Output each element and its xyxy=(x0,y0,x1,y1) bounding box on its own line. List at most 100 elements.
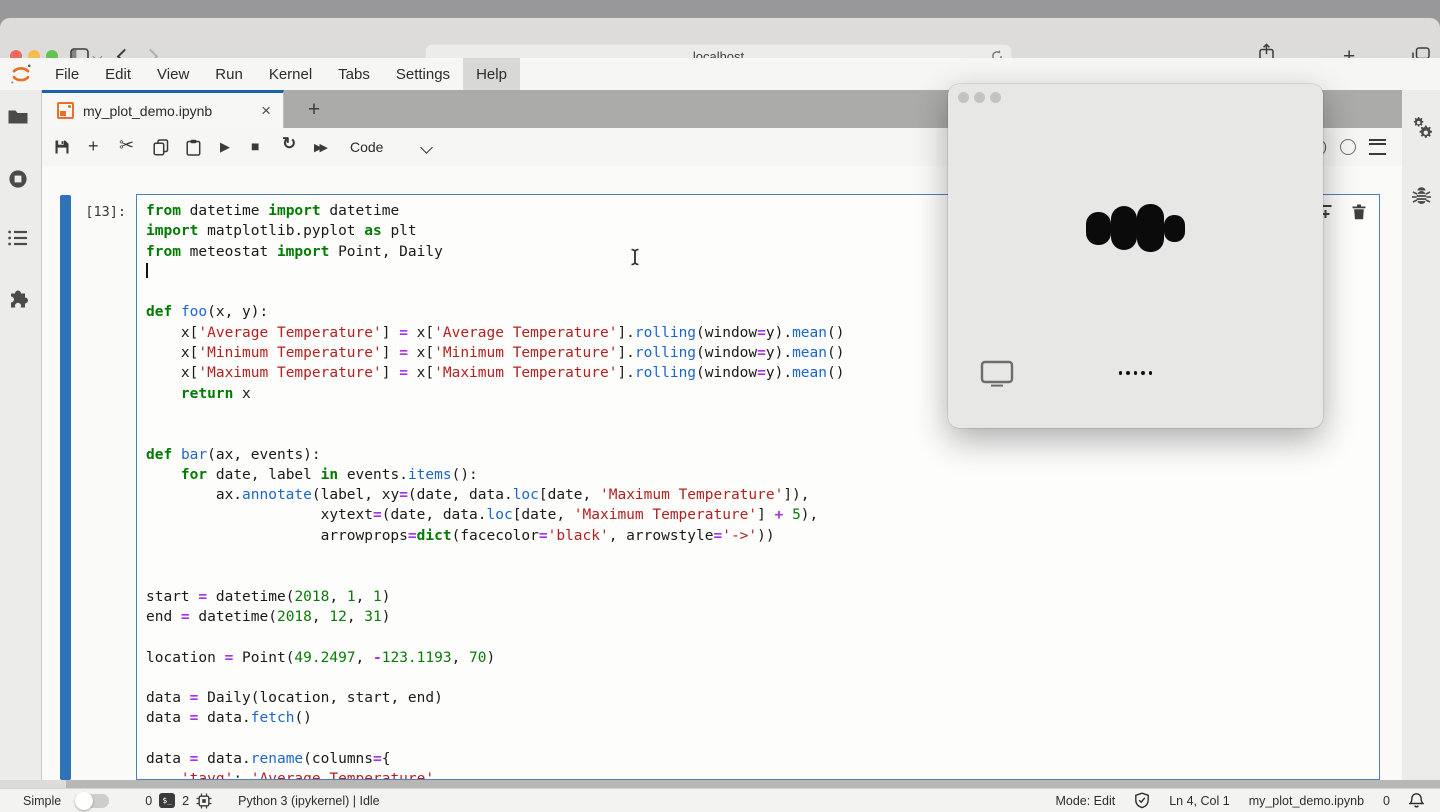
menu-settings[interactable]: Settings xyxy=(383,58,463,90)
save-icon[interactable] xyxy=(54,139,70,155)
code-line[interactable]: data = data.fetch() xyxy=(146,708,1379,728)
code-token: (window xyxy=(696,325,757,341)
code-token: ]. xyxy=(617,365,634,381)
restart-kernel-icon[interactable]: ↻ xyxy=(282,136,296,152)
cell-type-dropdown[interactable]: Code xyxy=(350,128,383,165)
code-token: ]. xyxy=(617,345,634,361)
code-token xyxy=(172,447,181,463)
trust-shield-icon[interactable] xyxy=(1134,792,1150,809)
paste-icon[interactable] xyxy=(186,139,201,156)
code-token: def xyxy=(146,447,172,463)
code-token: annotate xyxy=(242,487,312,503)
copy-icon[interactable] xyxy=(153,139,169,156)
text-caret xyxy=(146,263,148,278)
terminal-icon[interactable]: $_ xyxy=(159,793,175,808)
code-token: ] xyxy=(382,365,399,381)
code-line[interactable] xyxy=(146,668,1379,688)
code-token: import xyxy=(277,244,329,260)
chevron-down-icon[interactable] xyxy=(420,141,433,154)
code-token: mean xyxy=(792,365,827,381)
run-all-icon[interactable]: ▶▶ xyxy=(314,140,325,156)
code-token: = xyxy=(408,528,417,544)
code-token: import xyxy=(268,203,320,219)
code-token xyxy=(172,304,181,320)
simple-mode-toggle[interactable] xyxy=(75,794,109,808)
stop-icon[interactable]: ■ xyxy=(251,138,259,154)
code-token: 'Average Temperature' xyxy=(251,771,434,780)
menu-file[interactable]: File xyxy=(42,58,92,90)
code-token: xytext xyxy=(146,507,373,523)
code-token: [date, xyxy=(513,507,574,523)
code-token: = xyxy=(373,507,382,523)
code-line[interactable]: data = data.rename(columns={ xyxy=(146,749,1379,769)
file-browser-icon[interactable] xyxy=(7,108,29,126)
code-token: 'Average Temperature' xyxy=(434,325,617,341)
code-token: 'Maximum Temperature' xyxy=(198,365,381,381)
overlay-window[interactable] xyxy=(948,84,1323,428)
code-token: 49.2497 xyxy=(294,650,355,666)
code-line[interactable] xyxy=(146,546,1379,566)
kernel-chip-icon[interactable] xyxy=(196,793,212,809)
notebook-tab[interactable]: my_plot_demo.ipynb × xyxy=(42,90,284,128)
code-token: data. xyxy=(198,751,250,767)
table-of-contents-icon[interactable] xyxy=(7,228,29,248)
code-token: datetime( xyxy=(190,609,277,625)
code-token: location xyxy=(146,650,225,666)
cut-icon[interactable]: ✂ xyxy=(119,137,134,153)
code-line[interactable]: xytext=(date, data.loc[date, 'Maximum Te… xyxy=(146,505,1379,525)
code-token: '->' xyxy=(722,528,757,544)
menu-kernel[interactable]: Kernel xyxy=(256,58,325,90)
cursor-position[interactable]: Ln 4, Col 1 xyxy=(1169,794,1229,808)
run-icon[interactable]: ▶ xyxy=(220,139,230,155)
running-kernels-icon[interactable] xyxy=(7,168,29,190)
add-cell-icon[interactable]: + xyxy=(88,138,99,154)
cell-type-value: Code xyxy=(350,139,383,155)
bell-icon[interactable] xyxy=(1409,792,1424,809)
code-line[interactable] xyxy=(146,566,1379,586)
code-token: 'Average Temperature' xyxy=(198,325,381,341)
new-launcher-button[interactable]: + xyxy=(298,90,330,128)
code-line[interactable]: end = datetime(2018, 12, 31) xyxy=(146,607,1379,627)
menu-help[interactable]: Help xyxy=(463,58,520,90)
code-token: as xyxy=(364,223,381,239)
code-line[interactable]: for date, label in events.items(): xyxy=(146,465,1379,485)
code-line[interactable]: arrowprops=dict(facecolor='black', arrow… xyxy=(146,526,1379,546)
close-tab-icon[interactable]: × xyxy=(261,102,271,119)
code-token: mean xyxy=(792,325,827,341)
code-line[interactable]: data = Daily(location, start, end) xyxy=(146,688,1379,708)
code-token: 5 xyxy=(792,507,801,523)
extension-manager-icon[interactable] xyxy=(7,288,29,310)
kernel-status-icon[interactable] xyxy=(1340,139,1356,155)
code-token: (date, data. xyxy=(408,487,513,503)
code-token: 'black' xyxy=(548,528,609,544)
code-line[interactable]: 'tavg': 'Average Temperature', xyxy=(146,769,1379,780)
menu-tabs[interactable]: Tabs xyxy=(325,58,383,90)
ellipsis-dots xyxy=(948,371,1323,375)
code-token: (date, data. xyxy=(382,507,487,523)
code-token: loc xyxy=(513,487,539,503)
code-token: ) xyxy=(382,609,391,625)
kernel-status-text[interactable]: Python 3 (ipykernel) | Idle xyxy=(238,794,380,808)
active-cell-indicator[interactable] xyxy=(60,195,71,780)
code-token: 1 xyxy=(373,589,382,605)
code-token: y). xyxy=(766,345,792,361)
code-line[interactable] xyxy=(146,627,1379,647)
hamburger-menu-icon[interactable] xyxy=(1369,139,1386,155)
debugger-icon[interactable] xyxy=(1411,186,1432,206)
overlay-minimize-button xyxy=(974,92,985,103)
code-line[interactable]: def bar(ax, events): xyxy=(146,445,1379,465)
code-line[interactable]: location = Point(49.2497, -123.1193, 70) xyxy=(146,648,1379,668)
property-inspector-icon[interactable] xyxy=(1411,116,1433,138)
menu-run[interactable]: Run xyxy=(202,58,256,90)
code-line[interactable]: start = datetime(2018, 1, 1) xyxy=(146,587,1379,607)
delete-cell-icon[interactable] xyxy=(1352,204,1366,220)
code-token xyxy=(146,386,181,402)
code-token: from xyxy=(146,203,181,219)
code-token: = xyxy=(713,528,722,544)
statusbar-filename: my_plot_demo.ipynb xyxy=(1249,794,1364,808)
menu-edit[interactable]: Edit xyxy=(92,58,144,90)
menu-view[interactable]: View xyxy=(144,58,202,90)
code-token: 12 xyxy=(329,609,346,625)
code-line[interactable]: ax.annotate(label, xy=(date, data.loc[da… xyxy=(146,485,1379,505)
code-line[interactable] xyxy=(146,729,1379,749)
